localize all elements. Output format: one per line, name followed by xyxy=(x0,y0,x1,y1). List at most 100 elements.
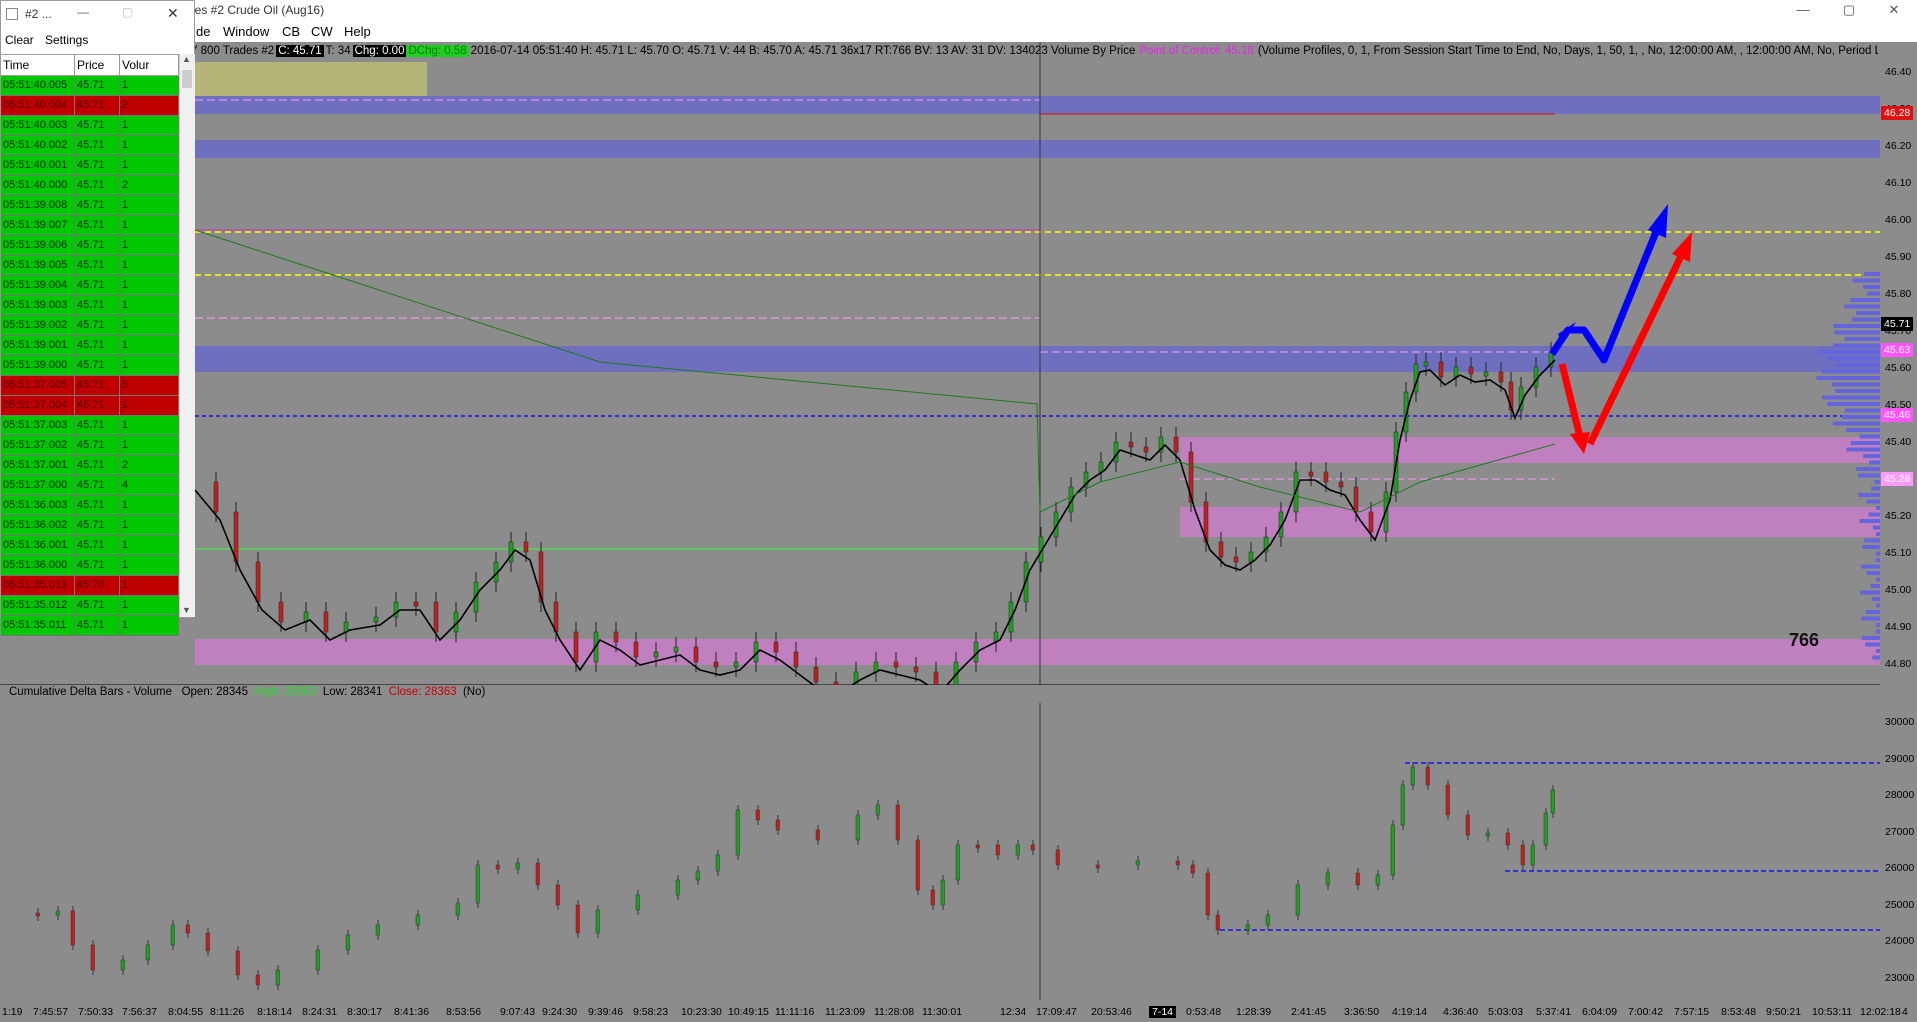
scroll-up-icon[interactable]: ▲ xyxy=(182,54,191,64)
volume-profile-bar xyxy=(1876,603,1880,608)
ts-row[interactable]: 05:51:39.004 45.71 1 xyxy=(1,276,179,296)
volume-profile-bar xyxy=(1871,597,1880,601)
ts-cell-vol: 1 xyxy=(120,216,179,235)
ts-row[interactable]: 05:51:37.001 45.71 2 xyxy=(1,456,179,476)
ts-cell-price: 45.71 xyxy=(75,96,120,115)
ts-row[interactable]: 05:51:39.005 45.71 1 xyxy=(1,256,179,276)
ts-row[interactable]: 05:51:35.011 45.71 1 xyxy=(1,616,179,636)
ts-row[interactable]: 05:51:40.000 45.71 2 xyxy=(1,176,179,196)
ts-row[interactable]: 05:51:35.013 45.70 1 xyxy=(1,576,179,596)
time-tick: 10:49:15 xyxy=(728,1006,769,1018)
price-chart[interactable] xyxy=(0,42,1917,685)
ts-row[interactable]: 05:51:37.000 45.71 4 xyxy=(1,476,179,496)
candle-body xyxy=(523,541,529,553)
delta-bar xyxy=(715,854,720,872)
menu-cw[interactable]: CW xyxy=(311,24,333,39)
ts-row[interactable]: 05:51:40.002 45.71 1 xyxy=(1,136,179,156)
menu-trade[interactable]: de xyxy=(196,24,210,39)
candle-body xyxy=(893,661,899,668)
ts-row[interactable]: 05:51:39.008 45.71 1 xyxy=(1,196,179,216)
ts-cell-time: 05:51:40.004 xyxy=(1,96,75,115)
ts-row[interactable]: 05:51:35.012 45.71 1 xyxy=(1,596,179,616)
ts-row[interactable]: 05:51:40.001 45.71 1 xyxy=(1,156,179,176)
bar-count-label: 766 xyxy=(1789,630,1820,650)
ts-row[interactable]: 05:51:40.005 45.71 1 xyxy=(1,76,179,96)
candle-body xyxy=(713,661,719,668)
ts-cell-price: 45.71 xyxy=(75,156,120,175)
candle-body xyxy=(653,651,659,658)
ts-cell-price: 45.71 xyxy=(75,496,120,515)
volume-profile-bar xyxy=(1827,402,1880,406)
ts-row[interactable]: 05:51:39.001 45.71 1 xyxy=(1,336,179,356)
ts-title-bar: #2 ... — ▢ ✕ xyxy=(1,1,194,29)
ts-row[interactable]: 05:51:37.002 45.71 1 xyxy=(1,436,179,456)
ts-cell-price: 45.71 xyxy=(75,376,120,395)
volume-profile-bar xyxy=(1831,382,1880,387)
candle-body xyxy=(1173,436,1179,453)
ts-scroll-thumb[interactable] xyxy=(182,70,192,88)
ts-row[interactable]: 05:51:37.005 45.71 5 xyxy=(1,376,179,396)
clear-button[interactable]: Clear xyxy=(5,33,34,47)
candle-body xyxy=(773,641,779,653)
ts-row[interactable]: 05:51:37.003 45.71 1 xyxy=(1,416,179,436)
ts-cell-vol: 1 xyxy=(120,396,179,415)
ts-cell-price: 45.71 xyxy=(75,76,120,95)
delta-tick: 28000 xyxy=(1885,789,1915,801)
ts-cell-time: 05:51:36.001 xyxy=(1,536,75,555)
maximize-button[interactable]: ▢ xyxy=(1826,0,1872,22)
ts-maximize-button[interactable]: ▢ xyxy=(122,5,133,19)
ts-minimize-button[interactable]: — xyxy=(77,5,89,19)
ts-cell-price: 45.71 xyxy=(75,336,120,355)
ts-row[interactable]: 05:51:39.006 45.71 1 xyxy=(1,236,179,256)
time-tick: 9:50:21 xyxy=(1766,1006,1802,1018)
ts-cell-price: 45.71 xyxy=(75,316,120,335)
ts-row[interactable]: 05:51:36.000 45.71 1 xyxy=(1,556,179,576)
volume-profile-bar xyxy=(1859,519,1880,523)
cumulative-delta-chart[interactable] xyxy=(0,685,1917,1022)
delta-bar xyxy=(170,924,175,946)
ts-header-price[interactable]: Price xyxy=(75,55,120,75)
delta-bar xyxy=(755,809,760,821)
ts-table: Time Price Volur 05:51:40.005 45.71 1 05:51… xyxy=(1,54,179,636)
scroll-down-icon[interactable]: ▼ xyxy=(182,605,191,615)
time-tick: 8:04:55 xyxy=(168,1006,204,1018)
menu-cb[interactable]: CB xyxy=(282,24,300,39)
settings-button[interactable]: Settings xyxy=(45,33,88,47)
delta-bar xyxy=(1530,844,1535,866)
time-tick: 7:57:15 xyxy=(1674,1006,1710,1018)
ts-cell-price: 45.71 xyxy=(75,276,120,295)
ts-header-time[interactable]: Time xyxy=(1,55,75,75)
ts-close-button[interactable]: ✕ xyxy=(167,5,179,22)
change-tag: Chg: 0.00 xyxy=(352,45,407,57)
delta-bar xyxy=(1400,784,1405,826)
price-tick: 45.80 xyxy=(1885,288,1912,300)
minimize-button[interactable]: — xyxy=(1780,0,1826,22)
ts-cell-time: 05:51:37.003 xyxy=(1,416,75,435)
volume-profile-bar xyxy=(1821,369,1880,374)
study-params-text: (Volume Profiles, 0, 1, From Session Sta… xyxy=(1257,45,1878,57)
ts-row[interactable]: 05:51:39.003 45.71 1 xyxy=(1,296,179,316)
ts-header-volume[interactable]: Volur xyxy=(120,55,179,75)
ts-row[interactable]: 05:51:40.003 45.71 1 xyxy=(1,116,179,136)
ts-row[interactable]: 05:51:39.002 45.71 1 xyxy=(1,316,179,336)
time-tick: 3:36:50 xyxy=(1344,1006,1380,1018)
ts-cell-price: 45.71 xyxy=(75,356,120,375)
menu-window[interactable]: Window xyxy=(223,24,269,39)
ts-row[interactable]: 05:51:36.002 45.71 1 xyxy=(1,516,179,536)
candle-body xyxy=(1248,551,1254,563)
ts-row[interactable]: 05:51:39.000 45.71 1 xyxy=(1,356,179,376)
delta-bar xyxy=(855,814,860,841)
ts-row[interactable]: 05:51:36.003 45.71 1 xyxy=(1,496,179,516)
time-tick: 17:09:47 xyxy=(1036,1006,1077,1018)
ts-scrollbar[interactable]: ▲ ▼ xyxy=(179,54,195,617)
close-button[interactable]: ✕ xyxy=(1871,0,1917,22)
volume-profile-bar xyxy=(1865,610,1880,614)
time-and-sales-window[interactable]: #2 ... — ▢ ✕ Clear Settings Time Price V… xyxy=(0,0,195,636)
ts-cell-time: 05:51:40.000 xyxy=(1,176,75,195)
ts-row[interactable]: 05:51:36.001 45.71 1 xyxy=(1,536,179,556)
candle-body xyxy=(933,671,939,685)
ts-row[interactable]: 05:51:39.007 45.71 1 xyxy=(1,216,179,236)
ts-row[interactable]: 05:51:40.004 45.71 2 xyxy=(1,96,179,116)
menu-help[interactable]: Help xyxy=(344,24,371,39)
ts-row[interactable]: 05:51:37.004 45.71 1 xyxy=(1,396,179,416)
